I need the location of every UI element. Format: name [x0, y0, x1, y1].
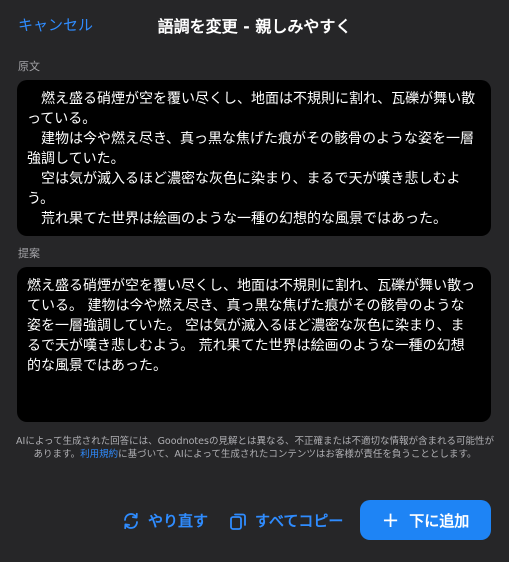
- disclaimer-text-after: に基づいて、AIによって生成されたコンテンツはお客様が責任を負うこととします。: [118, 448, 477, 460]
- original-paragraph: 燃え盛る硝煙が空を覆い尽くし、地面は不規則に割れ、瓦礫が舞い散っている。: [27, 91, 476, 127]
- suggestion-text: 燃え盛る硝煙が空を覆い尽くし、地面は不規則に割れ、瓦礫が舞い散っている。 建物は…: [27, 278, 476, 374]
- dialog-title: 語調を変更 - 親しみやすく: [157, 17, 352, 36]
- add-below-label: 下に追加: [409, 511, 470, 530]
- retry-icon: [124, 512, 138, 529]
- original-paragraph: 荒れ果てた世界は絵画のような一種の幻想的な風景ではあった。: [41, 211, 447, 227]
- add-below-button[interactable]: + 下に追加: [360, 500, 491, 540]
- retry-button[interactable]: やり直す: [121, 510, 208, 531]
- original-label: 原文: [18, 60, 40, 73]
- action-bar: やり直す すべてコピー + 下に追加: [0, 500, 509, 540]
- original-paragraph: 空は気が滅入るほど濃密な灰色に染まり、まるで天が嘆き悲しむよう。: [27, 171, 461, 207]
- copy-all-button[interactable]: すべてコピー: [228, 510, 343, 531]
- original-text-box: 燃え盛る硝煙が空を覆い尽くし、地面は不規則に割れ、瓦礫が舞い散っている。 建物は…: [17, 80, 491, 236]
- plus-icon: +: [381, 508, 400, 532]
- copy-icon: [230, 513, 246, 530]
- terms-of-use-link[interactable]: 利用規約: [80, 449, 118, 460]
- dialog-header: キャンセル 語調を変更 - 親しみやすく: [0, 0, 509, 48]
- suggestion-text-box: 燃え盛る硝煙が空を覆い尽くし、地面は不規則に割れ、瓦礫が舞い散っている。 建物は…: [17, 267, 491, 422]
- original-paragraph: 建物は今や燃え尽き、真っ黒な焦げた痕がその骸骨のような姿を一層強調していた。: [27, 131, 475, 167]
- suggestion-label: 提案: [18, 247, 40, 260]
- retry-label: やり直す: [148, 512, 209, 530]
- copy-all-label: すべてコピー: [255, 512, 344, 530]
- ai-disclaimer: AIによって生成された回答には、Goodnotesの見解とは異なる、不正確または…: [16, 436, 494, 461]
